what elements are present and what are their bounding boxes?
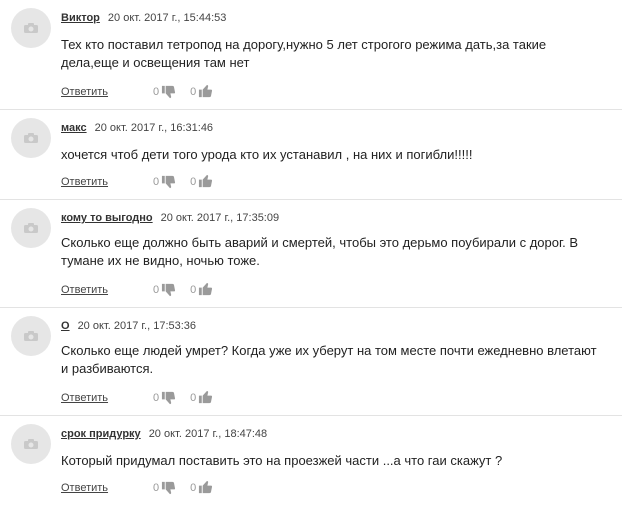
camera-icon	[24, 331, 38, 341]
comment-text: Тех кто поставил тетропод на дорогу,нужн…	[61, 37, 547, 70]
dislike-count: 0	[153, 175, 160, 188]
thumbs-down-icon	[162, 85, 176, 99]
reply-button[interactable]: Ответить	[61, 482, 108, 494]
comment-author[interactable]: срок придурку	[61, 428, 141, 440]
comment-date: 20 окт. 2017 г., 18:47:48	[148, 428, 268, 440]
avatar	[11, 8, 51, 48]
comment-actions: Ответить 0 0	[61, 84, 213, 99]
like-count: 0	[190, 175, 197, 188]
reply-button[interactable]: Ответить	[61, 176, 108, 188]
comment-meta: О 20 окт. 2017 г., 17:53:36	[61, 320, 196, 332]
dislike-button[interactable]: 0	[153, 480, 176, 495]
comment: кому то выгодно 20 окт. 2017 г., 17:35:09…	[0, 200, 622, 308]
comment-actions: Ответить 0 0	[61, 174, 213, 189]
like-button[interactable]: 0	[190, 84, 213, 99]
comment-date: 20 окт. 2017 г., 17:53:36	[77, 320, 197, 332]
comment-meta: макс 20 окт. 2017 г., 16:31:46	[61, 122, 213, 134]
thumbs-up-icon	[199, 174, 213, 188]
like-button[interactable]: 0	[190, 480, 213, 495]
dislike-button[interactable]: 0	[153, 174, 176, 189]
reply-button[interactable]: Ответить	[61, 284, 108, 296]
thumbs-down-icon	[162, 391, 176, 405]
comment-author[interactable]: Виктор	[61, 12, 100, 24]
comment-date: 20 окт. 2017 г., 15:44:53	[107, 12, 227, 24]
comment-actions: Ответить 0 0	[61, 282, 213, 297]
comment-list: Виктор 20 окт. 2017 г., 15:44:53 Тех кто …	[0, 0, 622, 511]
thumbs-down-icon	[162, 283, 176, 297]
comment-author[interactable]: кому то выгодно	[61, 212, 153, 224]
comment: О 20 окт. 2017 г., 17:53:36 Сколько еще л…	[0, 308, 622, 416]
dislike-button[interactable]: 0	[153, 282, 176, 297]
like-count: 0	[190, 481, 197, 494]
reply-button[interactable]: Ответить	[61, 86, 108, 98]
like-count: 0	[190, 391, 197, 404]
comment-date: 20 окт. 2017 г., 17:35:09	[160, 212, 280, 224]
thumbs-up-icon	[199, 84, 213, 98]
reply-button[interactable]: Ответить	[61, 392, 108, 404]
thumbs-up-icon	[199, 390, 213, 404]
comment: срок придурку 20 окт. 2017 г., 18:47:48 К…	[0, 416, 622, 524]
comment-text: Сколько еще должно быть аварий и смертей…	[61, 235, 579, 268]
like-count: 0	[190, 85, 197, 98]
thumbs-down-icon	[162, 175, 176, 189]
avatar	[11, 424, 51, 464]
like-button[interactable]: 0	[190, 174, 213, 189]
camera-icon	[24, 133, 38, 143]
camera-icon	[24, 223, 38, 233]
like-count: 0	[190, 283, 197, 296]
comment: Виктор 20 окт. 2017 г., 15:44:53 Тех кто …	[0, 0, 622, 108]
thumbs-down-icon	[162, 481, 176, 495]
comment-text: Сколько еще людей умрет? Когда уже их уб…	[61, 343, 597, 376]
avatar	[11, 316, 51, 356]
avatar	[11, 118, 51, 158]
avatar	[11, 208, 51, 248]
comment-meta: кому то выгодно 20 окт. 2017 г., 17:35:09	[61, 212, 279, 224]
like-button[interactable]: 0	[190, 282, 213, 297]
camera-icon	[24, 439, 38, 449]
comment-actions: Ответить 0 0	[61, 390, 213, 405]
comment-text: Который придумал поставить это на проезж…	[61, 453, 503, 468]
comment-author[interactable]: макс	[61, 122, 87, 134]
dislike-count: 0	[153, 85, 160, 98]
dislike-count: 0	[153, 283, 160, 296]
camera-icon	[24, 23, 38, 33]
comment-text: хочется чтоб дети того урода кто их уста…	[61, 147, 473, 162]
thumbs-up-icon	[199, 480, 213, 494]
like-button[interactable]: 0	[190, 390, 213, 405]
comment-author[interactable]: О	[61, 320, 70, 332]
comment-meta: срок придурку 20 окт. 2017 г., 18:47:48	[61, 428, 267, 440]
dislike-button[interactable]: 0	[153, 390, 176, 405]
thumbs-up-icon	[199, 282, 213, 296]
dislike-button[interactable]: 0	[153, 84, 176, 99]
comment-date: 20 окт. 2017 г., 16:31:46	[94, 122, 214, 134]
dislike-count: 0	[153, 391, 160, 404]
comment-actions: Ответить 0 0	[61, 480, 213, 495]
dislike-count: 0	[153, 481, 160, 494]
comment-meta: Виктор 20 окт. 2017 г., 15:44:53	[61, 12, 226, 24]
